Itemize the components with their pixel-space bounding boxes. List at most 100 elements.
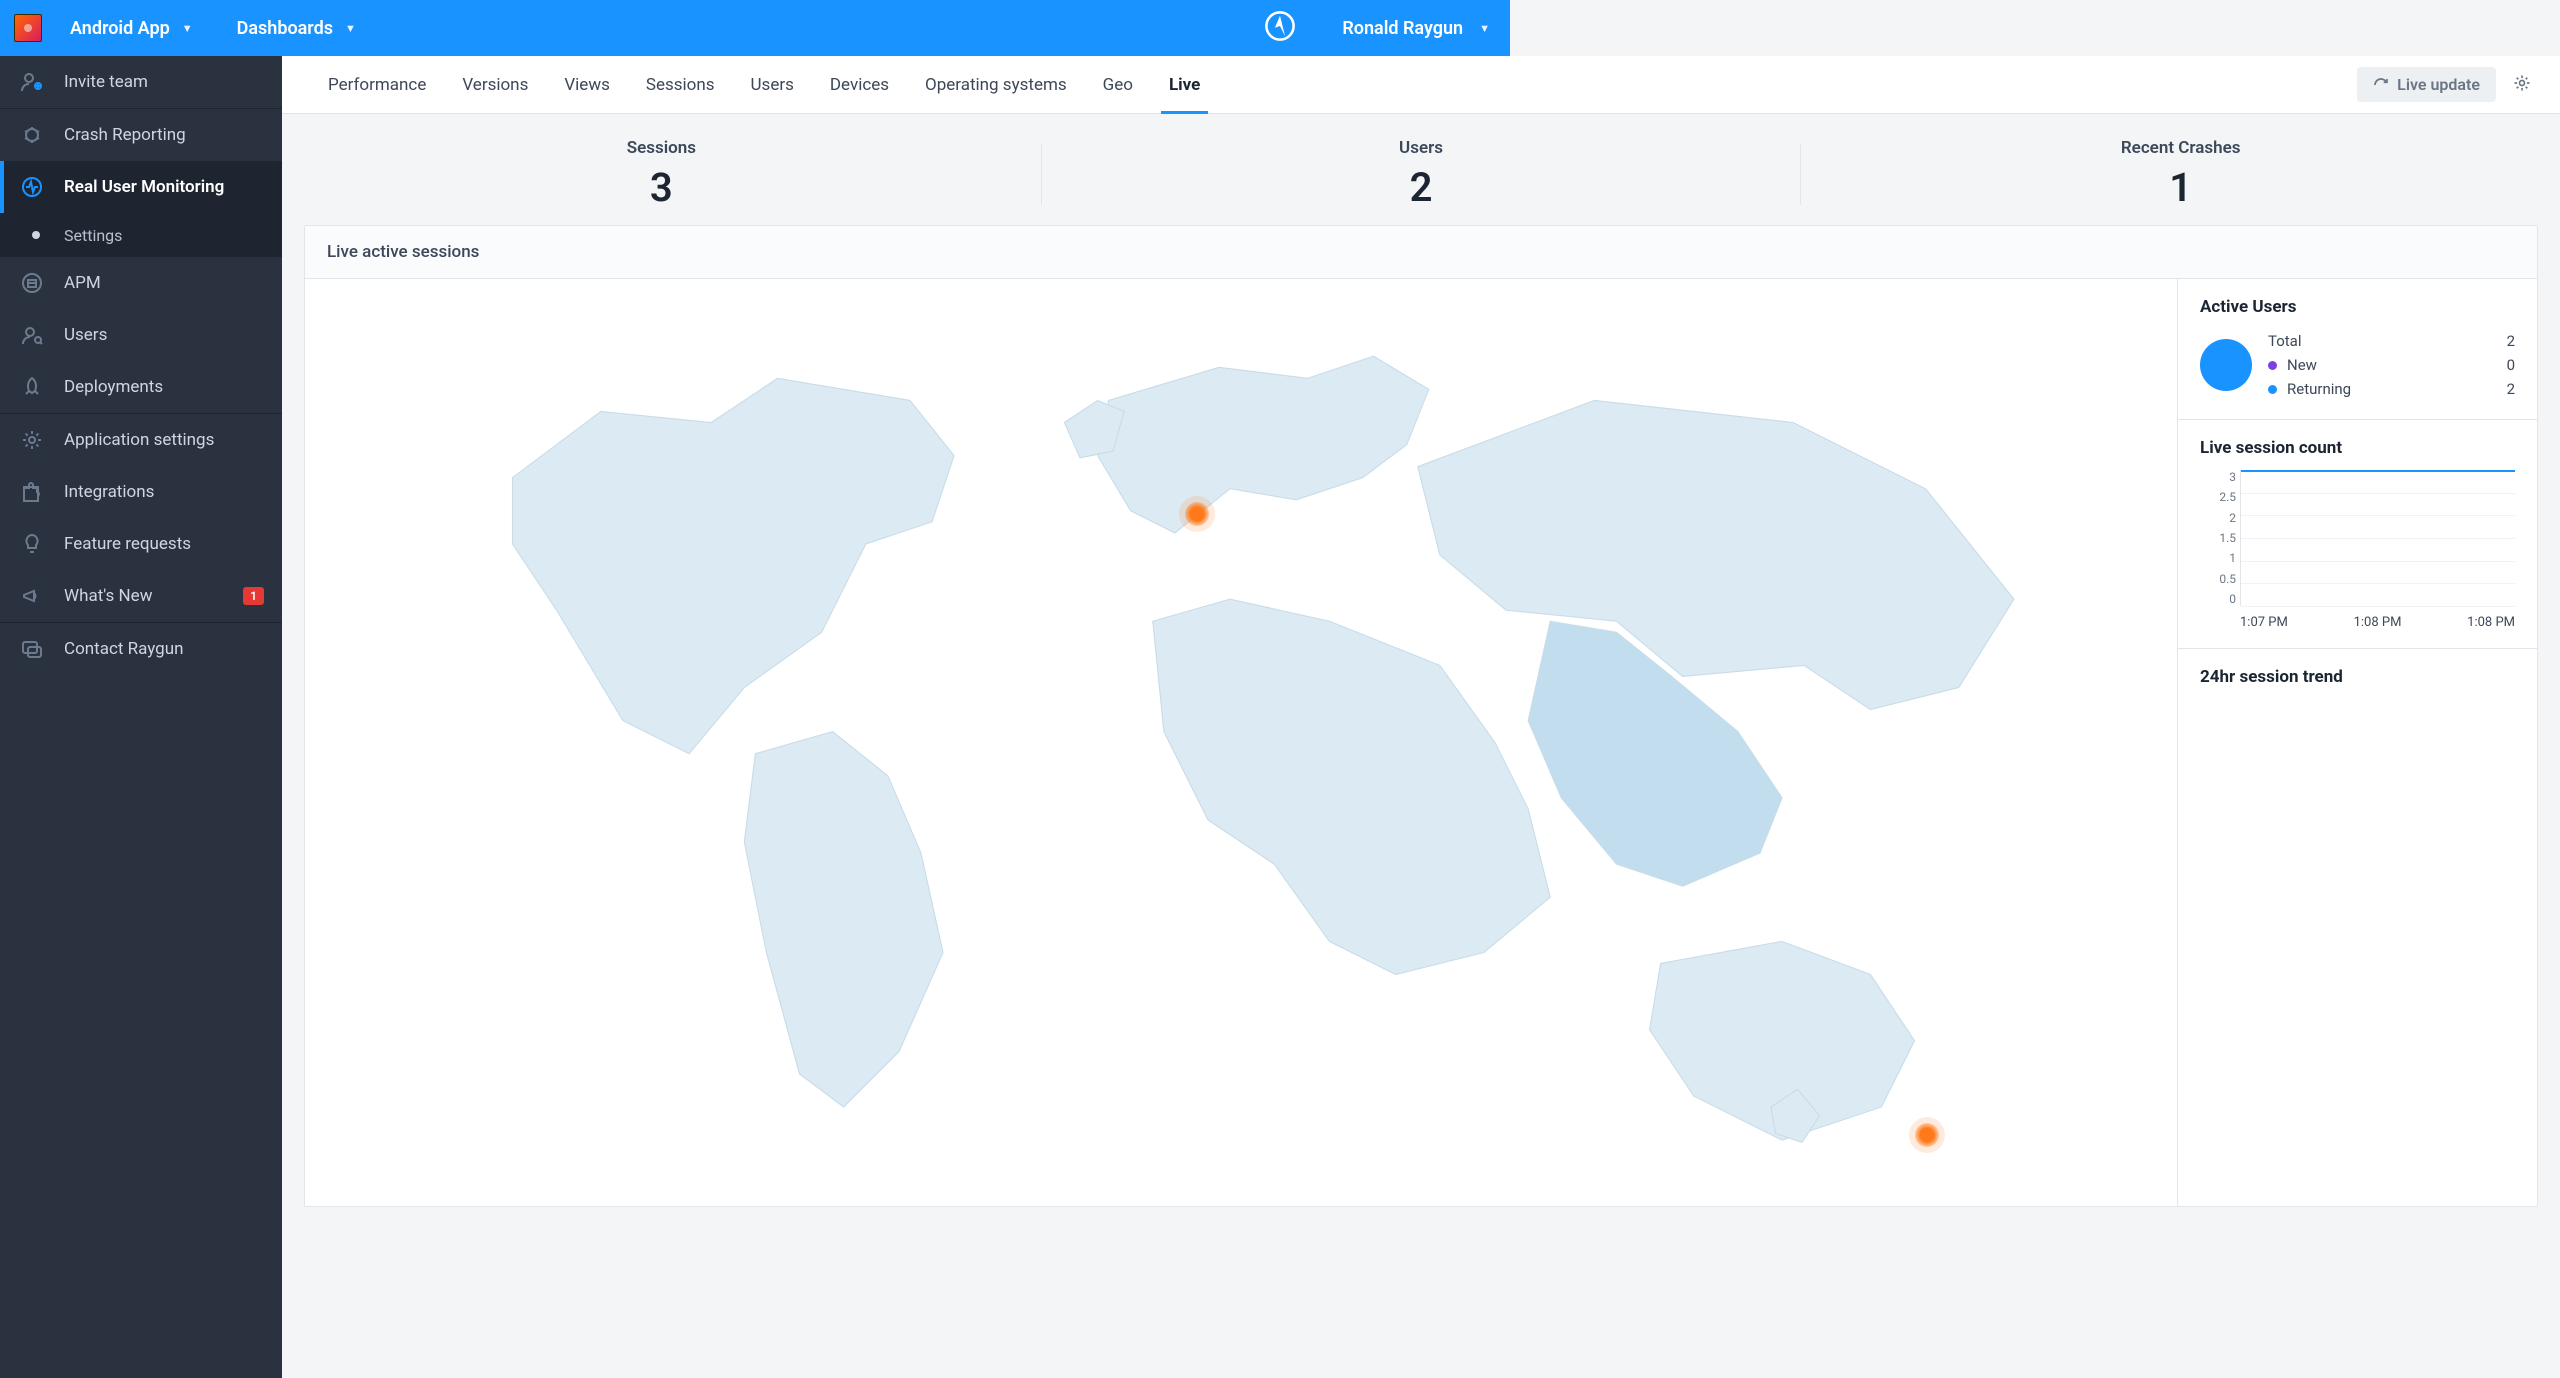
kpi-value: 1 <box>1801 164 2560 211</box>
active-users-returning-row: Returning 2 <box>2268 377 2515 401</box>
dashboards-dropdown[interactable]: Dashboards ▼ <box>227 10 366 47</box>
sidebar-item-users[interactable]: Users <box>0 309 282 361</box>
tab-versions[interactable]: Versions <box>444 57 546 113</box>
tab-label: Live <box>1169 75 1200 95</box>
map-hotspot-europe[interactable] <box>1185 502 1209 526</box>
row-value: 2 <box>2507 380 2515 398</box>
ytick-label: 0 <box>2200 592 2236 606</box>
users-icon <box>18 321 46 349</box>
ytick-label: 1.5 <box>2200 531 2236 545</box>
calendar-icon <box>18 269 46 297</box>
session-count-section: Live session count 3 2.5 2 1.5 1 0.5 0 <box>2178 420 2537 649</box>
session-count-chart: 3 2.5 2 1.5 1 0.5 0 <box>2200 470 2515 630</box>
sidebar-item-label: Crash Reporting <box>64 125 186 145</box>
chevron-down-icon: ▼ <box>182 22 193 35</box>
panel-title: Live active sessions <box>305 226 2537 279</box>
sidebar-item-crash-reporting[interactable]: Crash Reporting <box>0 109 282 161</box>
top-bar: Android App ▼ Dashboards ▼ Ronald Raygun… <box>0 0 1510 56</box>
sidebar-item-deployments[interactable]: Deployments <box>0 361 282 413</box>
kpi-users: Users 2 <box>1042 138 1801 211</box>
sidebar-item-rum[interactable]: Real User Monitoring <box>0 161 282 213</box>
sidebar-item-apm[interactable]: APM <box>0 257 282 309</box>
ytick-label: 1 <box>2200 551 2236 565</box>
main-content: Performance Versions Views Sessions User… <box>282 56 2560 1378</box>
tab-devices[interactable]: Devices <box>812 57 907 113</box>
kpi-crashes: Recent Crashes 1 <box>1801 138 2560 211</box>
tab-live[interactable]: Live <box>1151 57 1218 113</box>
tab-os[interactable]: Operating systems <box>907 57 1085 113</box>
gear-icon <box>18 426 46 454</box>
session-trend-section: 24hr session trend <box>2178 649 2537 717</box>
tab-label: Devices <box>830 75 889 95</box>
tab-label: Geo <box>1103 75 1133 95</box>
right-rail: Active Users Total 2 New 0 <box>2177 279 2537 1206</box>
sidebar-item-app-settings[interactable]: Application settings <box>0 414 282 466</box>
settings-gear-button[interactable] <box>2512 73 2532 97</box>
refresh-icon <box>2373 77 2389 93</box>
row-label: Returning <box>2287 380 2351 398</box>
chart-plot-area <box>2240 470 2515 606</box>
sidebar-item-integrations[interactable]: Integrations <box>0 466 282 518</box>
row-label: New <box>2287 356 2317 374</box>
app-logo-icon <box>14 14 42 42</box>
world-map[interactable] <box>305 279 2177 1206</box>
tab-performance[interactable]: Performance <box>310 57 444 113</box>
tab-views[interactable]: Views <box>546 57 628 113</box>
gear-icon <box>2512 73 2532 93</box>
tab-geo[interactable]: Geo <box>1085 57 1151 113</box>
tab-label: Operating systems <box>925 75 1067 95</box>
live-update-button[interactable]: Live update <box>2357 67 2496 102</box>
sidebar: Invite team Crash Reporting Real User Mo… <box>0 56 282 1378</box>
puzzle-icon <box>18 478 46 506</box>
sidebar-subitem-settings[interactable]: Settings <box>0 213 282 257</box>
kpi-label: Recent Crashes <box>1801 138 2560 158</box>
kpi-value: 2 <box>1042 164 1801 211</box>
ytick-label: 2.5 <box>2200 490 2236 504</box>
chevron-down-icon: ▼ <box>345 22 356 35</box>
live-sessions-panel: Live active sessions <box>304 225 2538 1207</box>
xtick-label: 1:07 PM <box>2240 615 2288 630</box>
ytick-label: 2 <box>2200 511 2236 525</box>
sidebar-item-label: What's New <box>64 586 152 606</box>
sidebar-item-contact[interactable]: Contact Raygun <box>0 623 282 675</box>
row-value: 0 <box>2507 356 2515 374</box>
session-trend-title: 24hr session trend <box>2200 667 2515 687</box>
map-hotspot-nz[interactable] <box>1915 1123 1939 1147</box>
sidebar-item-label: Deployments <box>64 377 163 397</box>
chevron-down-icon: ▼ <box>1479 22 1490 35</box>
raygun-brand-icon[interactable] <box>1263 9 1297 47</box>
sidebar-item-label: Contact Raygun <box>64 639 183 659</box>
sidebar-item-label: Feature requests <box>64 534 191 554</box>
tab-users[interactable]: Users <box>733 57 812 113</box>
sidebar-item-feature-requests[interactable]: Feature requests <box>0 518 282 570</box>
tab-label: Versions <box>462 75 528 95</box>
tab-sessions[interactable]: Sessions <box>628 57 733 113</box>
sidebar-sub-label: Settings <box>64 226 122 245</box>
active-users-section: Active Users Total 2 New 0 <box>2178 279 2537 420</box>
tab-label: Performance <box>328 75 426 95</box>
xtick-label: 1:08 PM <box>2467 615 2515 630</box>
kpi-label: Sessions <box>282 138 1041 158</box>
tab-bar: Performance Versions Views Sessions User… <box>282 56 2560 114</box>
tab-label: Users <box>751 75 794 95</box>
bug-icon <box>18 121 46 149</box>
chart-series-line <box>2241 470 2515 472</box>
row-label: Total <box>2268 332 2302 350</box>
tab-label: Views <box>564 75 610 95</box>
chart-xaxis: 1:07 PM 1:08 PM 1:08 PM <box>2240 615 2515 630</box>
row-value: 2 <box>2507 332 2515 350</box>
pulse-icon <box>18 173 46 201</box>
ytick-label: 3 <box>2200 470 2236 484</box>
sidebar-item-label: APM <box>64 273 101 293</box>
chart-yaxis: 3 2.5 2 1.5 1 0.5 0 <box>2200 470 2236 606</box>
app-switcher-dropdown[interactable]: Android App ▼ <box>60 10 203 47</box>
sidebar-item-whats-new[interactable]: What's New 1 <box>0 570 282 622</box>
sidebar-item-label: Integrations <box>64 482 154 502</box>
user-menu-dropdown[interactable]: Ronald Raygun ▼ <box>1336 10 1496 47</box>
ytick-label: 0.5 <box>2200 572 2236 586</box>
kpi-value: 3 <box>282 164 1041 211</box>
sidebar-item-label: Users <box>64 325 107 345</box>
sidebar-item-invite-team[interactable]: Invite team <box>0 56 282 108</box>
session-count-title: Live session count <box>2200 438 2515 458</box>
live-update-label: Live update <box>2397 75 2480 94</box>
